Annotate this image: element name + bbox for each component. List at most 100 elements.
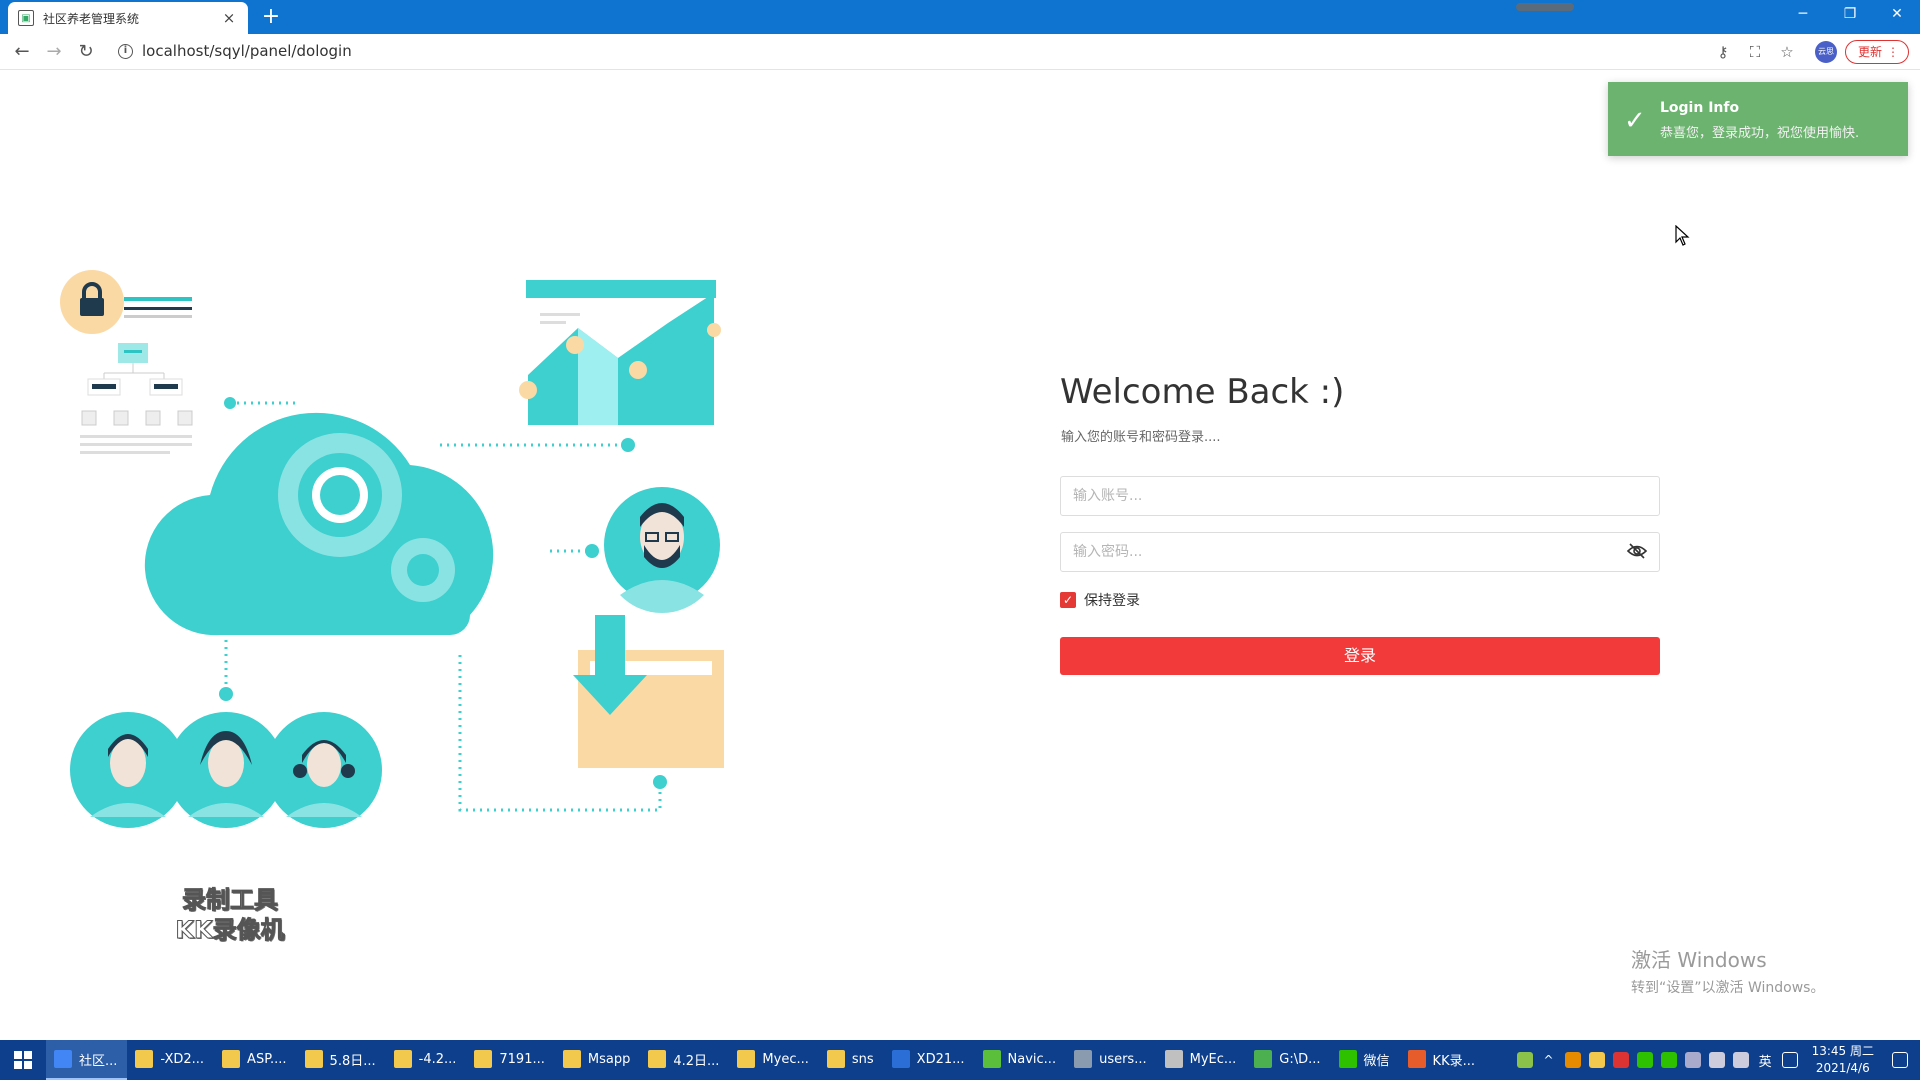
- tab-title: 社区养老管理系统: [43, 11, 140, 26]
- tray-network-icon[interactable]: [1708, 1052, 1725, 1068]
- org-chart-icon: [80, 343, 193, 454]
- translate-icon[interactable]: ⛶: [1745, 42, 1765, 62]
- taskbar-item[interactable]: KK录...: [1400, 1040, 1485, 1080]
- taskbar-clock[interactable]: 13:45 周二 2021/4/6: [1812, 1043, 1874, 1077]
- taskbar-item-label: ASP....: [247, 1051, 287, 1067]
- bookmark-star-icon[interactable]: ☆: [1777, 42, 1797, 62]
- login-success-toast[interactable]: ✓ Login Info 恭喜您，登录成功，祝您使用愉快.: [1608, 82, 1908, 156]
- remember-checkbox[interactable]: ✓: [1060, 592, 1076, 608]
- browser-toolbar: ← → ↻ i localhost/sqyl/panel/dologin ⚷ ⛶…: [0, 34, 1920, 70]
- tray-wechat-icon[interactable]: [1660, 1052, 1677, 1068]
- tray-app-icon[interactable]: [1516, 1052, 1533, 1068]
- taskbar-app-icon: [982, 1050, 1001, 1068]
- taskbar-item[interactable]: users...: [1066, 1040, 1157, 1080]
- watermark-line-1: 录制工具: [182, 886, 279, 915]
- password-key-icon[interactable]: ⚷: [1713, 42, 1733, 62]
- site-favicon-icon: ▣: [18, 10, 34, 26]
- taskbar-item[interactable]: Myec...: [729, 1040, 818, 1080]
- taskbar-item-label: 微信: [1363, 1053, 1390, 1069]
- taskbar-item[interactable]: 微信: [1331, 1040, 1400, 1080]
- taskbar-item[interactable]: 4.2日...: [640, 1040, 729, 1080]
- reload-button[interactable]: ↻: [74, 40, 98, 64]
- password-input[interactable]: [1060, 532, 1660, 572]
- tray-volume-icon[interactable]: [1732, 1052, 1749, 1068]
- username-input[interactable]: [1060, 476, 1660, 516]
- cloud-network-illustration: [60, 270, 724, 828]
- tab-close-button[interactable]: ×: [220, 9, 238, 27]
- taskbar-app-icon: [1074, 1050, 1093, 1068]
- new-tab-button[interactable]: +: [258, 4, 284, 30]
- taskbar-app-icon: [222, 1050, 241, 1068]
- notification-center-icon[interactable]: [1892, 1052, 1908, 1068]
- taskbar-app-icon: [474, 1050, 493, 1068]
- forward-button[interactable]: →: [42, 40, 66, 64]
- taskbar-app-icon: [135, 1050, 154, 1068]
- taskbar-item[interactable]: sns: [819, 1040, 884, 1080]
- taskbar-app-icon: [737, 1050, 756, 1068]
- taskbar-item[interactable]: Msapp: [555, 1040, 640, 1080]
- man-avatar-icon: [604, 487, 720, 613]
- browser-tab-bar: ▣ 社区养老管理系统 × + ─ ❐ ✕: [0, 0, 1920, 34]
- site-info-icon[interactable]: i: [118, 44, 133, 59]
- line-chart-icon: [519, 280, 721, 425]
- back-button[interactable]: ←: [10, 40, 34, 64]
- taskbar-item[interactable]: 社区...: [46, 1040, 128, 1080]
- restore-button[interactable]: ❐: [1827, 0, 1873, 30]
- taskbar-item[interactable]: 5.8日...: [297, 1040, 386, 1080]
- tab-search-indicator[interactable]: [1516, 3, 1574, 11]
- taskbar-item-label: -XD2...: [160, 1051, 205, 1067]
- address-bar[interactable]: localhost/sqyl/panel/dologin: [142, 42, 352, 60]
- recorder-watermark: 录制工具 KK录像机: [160, 885, 300, 945]
- user-group-icon: [70, 712, 382, 828]
- tray-keyboard-icon[interactable]: [1781, 1052, 1798, 1068]
- taskbar-item-label: 社区...: [79, 1053, 118, 1069]
- taskbar-item-label: -4.2...: [418, 1051, 457, 1067]
- taskbar-app-icon: [1164, 1050, 1183, 1068]
- tray-expand-icon[interactable]: ^: [1541, 1052, 1557, 1068]
- toast-message: 恭喜您，登录成功，祝您使用愉快.: [1660, 126, 1860, 141]
- update-button[interactable]: 更新 ⋮: [1845, 40, 1909, 64]
- login-heading: Welcome Back :): [1060, 372, 1345, 412]
- taskbar-app-icon: [393, 1050, 412, 1068]
- lock-icon: [60, 270, 124, 334]
- taskbar-item[interactable]: Navic...: [975, 1040, 1067, 1080]
- clock-time: 13:45 周二: [1811, 1044, 1874, 1058]
- taskbar-item[interactable]: ASP....: [214, 1040, 297, 1080]
- close-window-button[interactable]: ✕: [1874, 0, 1920, 30]
- tray-app-icon[interactable]: [1636, 1052, 1653, 1068]
- taskbar-item-label: sns: [851, 1051, 874, 1067]
- profile-avatar[interactable]: 云思: [1815, 41, 1837, 63]
- taskbar-item[interactable]: XD21...: [884, 1040, 975, 1080]
- taskbar-item-label: 7191...: [499, 1051, 545, 1067]
- minimize-button[interactable]: ─: [1780, 0, 1826, 30]
- ime-indicator[interactable]: 英: [1759, 1051, 1772, 1070]
- toggle-password-visibility-icon[interactable]: [1626, 540, 1648, 562]
- taskbar-item-label: MyEc...: [1189, 1051, 1237, 1067]
- taskbar-item[interactable]: 7191...: [466, 1040, 554, 1080]
- taskbar-item[interactable]: -4.2...: [386, 1040, 467, 1080]
- tray-app-icon[interactable]: [1564, 1052, 1581, 1068]
- tray-qq-icon[interactable]: [1612, 1052, 1629, 1068]
- taskbar-item-label: 4.2日...: [673, 1053, 720, 1069]
- watermark-line-2: KK录像机: [175, 916, 285, 945]
- check-icon: ✓: [1624, 106, 1646, 136]
- taskbar-item-label: XD21...: [916, 1051, 965, 1067]
- browser-tab[interactable]: ▣ 社区养老管理系统 ×: [8, 2, 248, 34]
- taskbar-item-label: Msapp: [587, 1051, 631, 1067]
- taskbar-item-label: KK录...: [1432, 1053, 1475, 1069]
- taskbar-item[interactable]: MyEc...: [1157, 1040, 1247, 1080]
- windows-start-icon[interactable]: [0, 1040, 46, 1080]
- login-subtitle: 输入您的账号和密码登录....: [1061, 430, 1221, 445]
- tray-battery-icon[interactable]: [1684, 1052, 1701, 1068]
- taskbar-item[interactable]: G:\D...: [1246, 1040, 1330, 1080]
- login-button[interactable]: 登录: [1060, 637, 1660, 675]
- taskbar-item[interactable]: -XD2...: [127, 1040, 214, 1080]
- update-label: 更新: [1858, 45, 1883, 59]
- taskbar-app-icon: [648, 1050, 667, 1068]
- menu-dots-icon: ⋮: [1887, 45, 1899, 59]
- remember-me[interactable]: ✓ 保持登录: [1060, 590, 1140, 610]
- taskbar-item-label: users...: [1099, 1051, 1147, 1067]
- taskbar-app-icon: [54, 1050, 72, 1068]
- tray-app-icon[interactable]: [1588, 1052, 1605, 1068]
- clock-date: 2021/4/6: [1815, 1061, 1870, 1075]
